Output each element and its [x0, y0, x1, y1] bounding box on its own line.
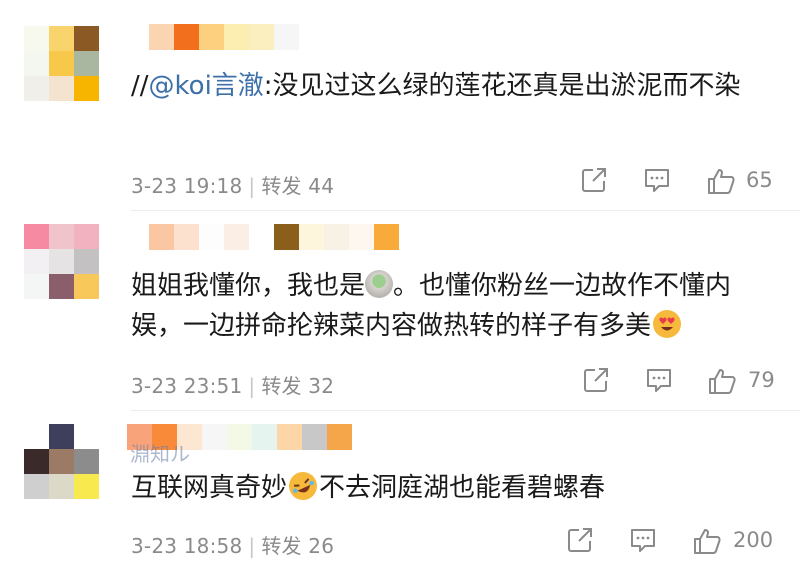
comment-text: //@koi言澈:没见过这么绿的莲花还真是出淤泥而不染: [131, 66, 771, 106]
name-pixel: [374, 224, 399, 250]
mention-link[interactable]: @koi言澈: [149, 71, 264, 101]
comment-text: 互联网真奇妙 不去洞庭湖也能看碧螺春: [131, 467, 771, 508]
avatar-pixel: [49, 26, 74, 51]
avatar-pixel: [24, 449, 49, 474]
like-count: 200: [733, 528, 774, 552]
avatar-pixel: [49, 274, 74, 299]
avatar-pixel: [24, 26, 49, 51]
comment-actions: 200: [0, 526, 800, 556]
comment-2: 姐姐我懂你，我也是 。也懂你粉丝一边故作不懂内娱，一边拼命抡辣菜内容做热转的样子有…: [0, 210, 800, 410]
share-icon[interactable]: [582, 366, 610, 394]
avatar-pixel: [49, 51, 74, 76]
comment-actions: 79: [0, 366, 800, 396]
username-redacted[interactable]: [149, 224, 399, 250]
avatar-pixel: [49, 224, 74, 249]
avatar-pixel: [24, 51, 49, 76]
avatar[interactable]: [24, 424, 99, 499]
name-pixel: [277, 424, 302, 450]
avatar-pixel: [49, 249, 74, 274]
name-pixel: [202, 424, 227, 450]
username-partial: 淵知ル: [130, 442, 190, 466]
comment-body-b: 不去洞庭湖也能看碧螺春: [319, 473, 606, 503]
thumbs-up-icon[interactable]: [706, 166, 736, 196]
name-pixel: [174, 224, 199, 250]
thumbs-up-icon[interactable]: [692, 526, 722, 556]
username-redacted[interactable]: [149, 24, 299, 50]
name-pixel: [274, 224, 299, 250]
name-pixel: [327, 424, 352, 450]
like-count: 79: [748, 368, 775, 392]
avatar-pixel: [74, 449, 99, 474]
name-pixel: [249, 224, 274, 250]
name-pixel: [349, 224, 374, 250]
avatar-pixel: [49, 76, 74, 101]
repost-prefix: //: [131, 71, 149, 101]
tea-emoji: [365, 270, 394, 298]
comment-icon[interactable]: [629, 526, 657, 554]
name-pixel: [174, 24, 199, 50]
name-pixel: [224, 24, 249, 50]
share-icon[interactable]: [566, 526, 594, 554]
avatar[interactable]: [24, 224, 99, 299]
name-pixel: [199, 224, 224, 250]
comment-icon[interactable]: [645, 366, 673, 394]
heart-eyes-emoji: [653, 310, 682, 338]
name-pixel: [324, 224, 349, 250]
avatar-pixel: [49, 424, 74, 449]
rolling-laughing-emoji: [284, 467, 322, 505]
avatar-pixel: [74, 26, 99, 51]
avatar-pixel: [24, 224, 49, 249]
avatar-pixel: [49, 474, 74, 499]
comment-body-a: 互联网真奇妙: [131, 473, 288, 503]
comment-1: //@koi言澈:没见过这么绿的莲花还真是出淤泥而不染 3-23 19:18 | 转…: [0, 0, 800, 210]
name-pixel: [249, 24, 274, 50]
avatar-pixel: [49, 449, 74, 474]
avatar-pixel: [24, 274, 49, 299]
avatar-pixel: [24, 424, 49, 449]
name-pixel: [299, 224, 324, 250]
thumbs-up-icon[interactable]: [707, 366, 737, 396]
comment-text: 姐姐我懂你，我也是 。也懂你粉丝一边故作不懂内娱，一边拼命抡辣菜内容做热转的样子有…: [131, 266, 771, 346]
avatar[interactable]: [24, 26, 99, 101]
name-pixel: [252, 424, 277, 450]
avatar-pixel: [24, 76, 49, 101]
avatar-pixel: [74, 274, 99, 299]
comment-actions: 65: [0, 166, 800, 196]
avatar-pixel: [74, 424, 99, 449]
name-pixel: [224, 224, 249, 250]
comment-body: :没见过这么绿的莲花还真是出淤泥而不染: [263, 71, 741, 101]
comment-body-a: 姐姐我懂你，我也是: [131, 271, 366, 301]
name-pixel: [227, 424, 252, 450]
comment-3: 淵知ル 互联网真奇妙 不去洞庭湖也能看碧螺春 3-23 18:58 | 转发 26 …: [0, 400, 800, 577]
avatar-pixel: [74, 51, 99, 76]
avatar-pixel: [74, 76, 99, 101]
name-pixel: [149, 224, 174, 250]
name-pixel: [149, 24, 174, 50]
avatar-pixel: [74, 474, 99, 499]
avatar-pixel: [24, 474, 49, 499]
comment-icon[interactable]: [643, 166, 671, 194]
avatar-pixel: [74, 224, 99, 249]
avatar-pixel: [24, 249, 49, 274]
name-pixel: [302, 424, 327, 450]
like-count: 65: [746, 168, 773, 192]
share-icon[interactable]: [580, 166, 608, 194]
name-pixel: [274, 24, 299, 50]
avatar-pixel: [74, 249, 99, 274]
name-pixel: [199, 24, 224, 50]
